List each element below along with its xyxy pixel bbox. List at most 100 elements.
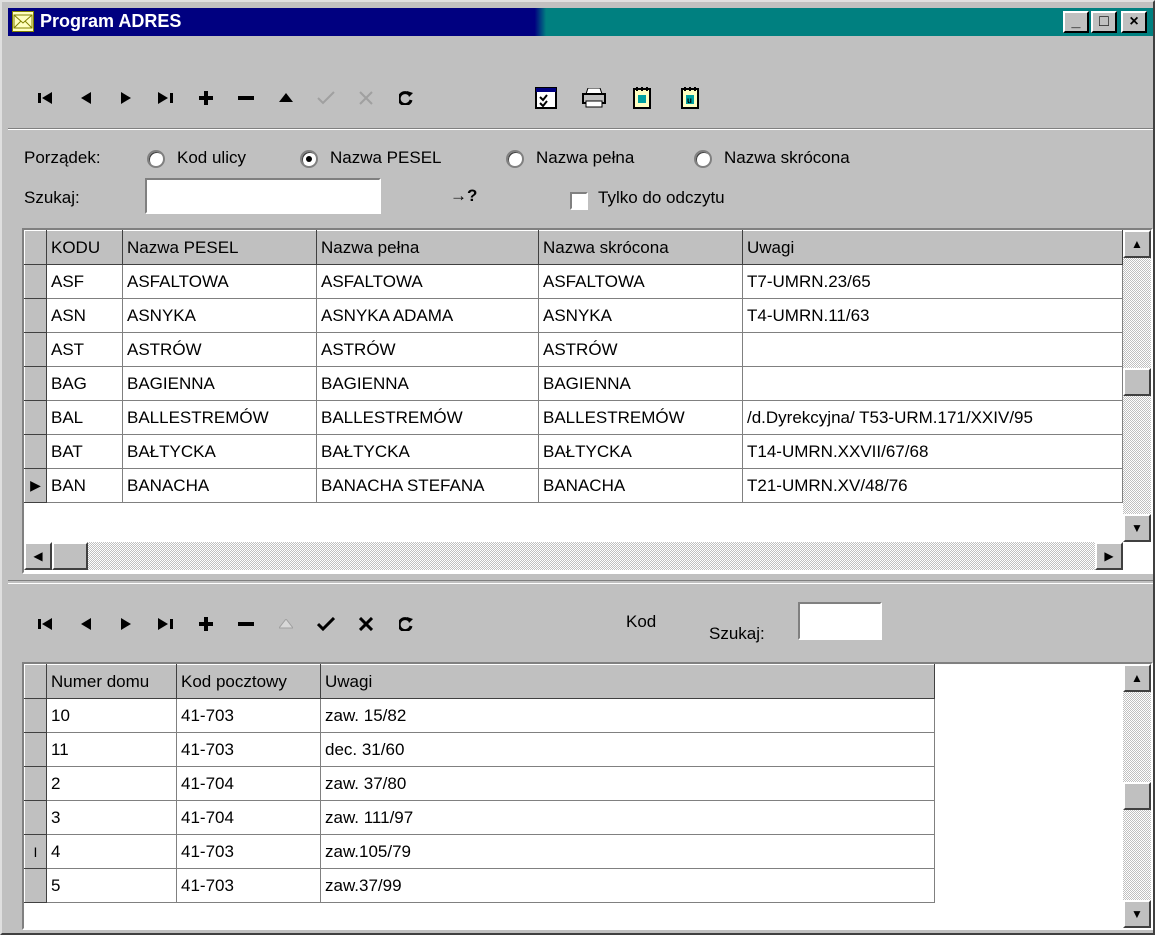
table-cell[interactable]: 41-703 bbox=[176, 868, 321, 903]
table-cell[interactable]: ASTRÓW bbox=[316, 332, 539, 367]
table-cell[interactable]: BAŁTYCKA bbox=[122, 434, 317, 469]
table-cell[interactable]: 2 bbox=[46, 766, 177, 801]
order-option-nazwa-pesel[interactable]: Nazwa PESEL bbox=[330, 148, 442, 168]
row-indicator[interactable] bbox=[24, 400, 47, 435]
row-indicator[interactable] bbox=[24, 298, 47, 333]
table-cell[interactable] bbox=[742, 366, 1123, 401]
table-cell[interactable]: T14-UMRN.XXVII/67/68 bbox=[742, 434, 1123, 469]
readonly-checkbox[interactable] bbox=[570, 192, 588, 210]
table-cell[interactable]: BAŁTYCKA bbox=[316, 434, 539, 469]
cancel-edit-icon[interactable] bbox=[346, 80, 386, 116]
column-header[interactable]: Nazwa skrócona bbox=[538, 230, 743, 265]
table-row[interactable]: BAT BAŁTYCKA BAŁTYCKA BAŁTYCKA T14-UMRN.XXVI… bbox=[24, 434, 1123, 469]
table-row[interactable]: 3 41-704 zaw. 111/97 bbox=[24, 800, 935, 835]
table-row[interactable]: ASN ASNYKA ASNYKA ADAMA ASNYKA T4-UMRN.11/63 bbox=[24, 298, 1123, 333]
order-radio-kod-ulicy[interactable] bbox=[147, 150, 165, 168]
refresh-icon[interactable] bbox=[386, 606, 426, 642]
table-cell[interactable]: BALLESTREMÓW bbox=[316, 400, 539, 435]
scroll-thumb[interactable] bbox=[1123, 368, 1151, 396]
edit-record-icon[interactable] bbox=[266, 80, 306, 116]
table-cell[interactable]: 41-703 bbox=[176, 834, 321, 869]
row-indicator[interactable] bbox=[24, 868, 47, 903]
table-cell[interactable]: ASNYKA bbox=[538, 298, 743, 333]
column-header[interactable]: Uwagi bbox=[742, 230, 1123, 265]
table-cell[interactable]: BAN bbox=[46, 468, 123, 503]
table-cell[interactable]: T7-UMRN.23/65 bbox=[742, 264, 1123, 299]
table-cell[interactable]: BALLESTREMÓW bbox=[122, 400, 317, 435]
refresh-icon[interactable] bbox=[386, 80, 426, 116]
table-row[interactable]: ▶ BAN BANACHA BANACHA STEFANA BANACHA T21-UMR… bbox=[24, 468, 1123, 503]
table-cell[interactable]: BAT bbox=[46, 434, 123, 469]
table-row[interactable]: I 4 41-703 zaw.105/79 bbox=[24, 834, 935, 869]
table-cell[interactable]: BANACHA bbox=[122, 468, 317, 503]
table-cell[interactable]: ASTRÓW bbox=[538, 332, 743, 367]
column-header[interactable]: Nazwa PESEL bbox=[122, 230, 317, 265]
first-record-icon[interactable] bbox=[26, 606, 66, 642]
order-option-nazwa-pelna[interactable]: Nazwa pełna bbox=[536, 148, 634, 168]
post-record-icon[interactable] bbox=[306, 606, 346, 642]
table-cell[interactable]: ASN bbox=[46, 298, 123, 333]
column-header[interactable]: KODU bbox=[46, 230, 123, 265]
cancel-edit-icon[interactable] bbox=[346, 606, 386, 642]
first-record-icon[interactable] bbox=[26, 80, 66, 116]
table-row[interactable]: 2 41-704 zaw. 37/80 bbox=[24, 766, 935, 801]
houses-grid[interactable]: Numer domu Kod pocztowy Uwagi 10 41-703 za… bbox=[22, 662, 1153, 930]
table-cell[interactable]: ASFALTOWA bbox=[122, 264, 317, 299]
table-cell[interactable]: 41-704 bbox=[176, 766, 321, 801]
table-cell[interactable]: ASF bbox=[46, 264, 123, 299]
table-cell[interactable]: BALLESTREMÓW bbox=[538, 400, 743, 435]
table-row[interactable]: ASF ASFALTOWA ASFALTOWA ASFALTOWA T7-UMRN.23… bbox=[24, 264, 1123, 299]
streets-vertical-scrollbar[interactable]: ▲ ▼ bbox=[1123, 230, 1151, 542]
column-header[interactable]: Nazwa pełna bbox=[316, 230, 539, 265]
table-row[interactable]: 10 41-703 zaw. 15/82 bbox=[24, 698, 935, 733]
table-cell[interactable]: ASFALTOWA bbox=[316, 264, 539, 299]
house-search-input[interactable] bbox=[798, 602, 882, 640]
last-record-icon[interactable] bbox=[146, 606, 186, 642]
maximize-button[interactable]: □ bbox=[1091, 11, 1117, 33]
table-cell[interactable]: zaw. 37/80 bbox=[320, 766, 935, 801]
table-cell[interactable]: 4 bbox=[46, 834, 177, 869]
table-cell[interactable]: zaw.37/99 bbox=[320, 868, 935, 903]
table-cell[interactable]: zaw.105/79 bbox=[320, 834, 935, 869]
row-indicator[interactable]: I bbox=[24, 834, 47, 869]
table-cell[interactable]: /d.Dyrekcyjna/ T53-URM.171/XXIV/95 bbox=[742, 400, 1123, 435]
table-cell[interactable]: ASNYKA ADAMA bbox=[316, 298, 539, 333]
table-cell[interactable]: T4-UMRN.11/63 bbox=[742, 298, 1123, 333]
next-record-icon[interactable] bbox=[106, 606, 146, 642]
delete-record-icon[interactable] bbox=[226, 606, 266, 642]
row-indicator[interactable]: ▶ bbox=[24, 468, 47, 503]
minimize-button[interactable]: _ bbox=[1063, 11, 1089, 33]
scroll-left-icon[interactable]: ◀ bbox=[24, 542, 52, 570]
table-cell[interactable]: 41-703 bbox=[176, 698, 321, 733]
column-header[interactable]: Uwagi bbox=[320, 664, 935, 699]
table-cell[interactable]: BAGIENNA bbox=[316, 366, 539, 401]
notepad-u-icon[interactable]: u bbox=[670, 80, 710, 116]
table-cell[interactable]: ASTRÓW bbox=[122, 332, 317, 367]
table-cell[interactable]: 41-703 bbox=[176, 732, 321, 767]
table-cell[interactable]: BAŁTYCKA bbox=[538, 434, 743, 469]
table-cell[interactable]: 11 bbox=[46, 732, 177, 767]
table-cell[interactable]: zaw. 15/82 bbox=[320, 698, 935, 733]
scroll-down-icon[interactable]: ▼ bbox=[1123, 900, 1151, 928]
order-option-nazwa-skrocona[interactable]: Nazwa skrócona bbox=[724, 148, 850, 168]
edit-record-icon[interactable] bbox=[266, 606, 306, 642]
table-cell[interactable]: AST bbox=[46, 332, 123, 367]
table-cell[interactable]: dec. 31/60 bbox=[320, 732, 935, 767]
prior-record-icon[interactable] bbox=[66, 606, 106, 642]
print-icon[interactable] bbox=[574, 80, 614, 116]
scroll-up-icon[interactable]: ▲ bbox=[1123, 230, 1151, 258]
table-row[interactable]: BAG BAGIENNA BAGIENNA BAGIENNA bbox=[24, 366, 1123, 401]
column-header[interactable]: Kod pocztowy bbox=[176, 664, 321, 699]
row-indicator[interactable] bbox=[24, 434, 47, 469]
delete-record-icon[interactable] bbox=[226, 80, 266, 116]
table-cell[interactable]: BANACHA bbox=[538, 468, 743, 503]
next-record-icon[interactable] bbox=[106, 80, 146, 116]
table-cell[interactable]: BANACHA STEFANA bbox=[316, 468, 539, 503]
title-bar[interactable]: Program ADRES _ □ × bbox=[8, 8, 1153, 36]
column-header[interactable]: Numer domu bbox=[46, 664, 177, 699]
table-cell[interactable]: ASNYKA bbox=[122, 298, 317, 333]
scroll-down-icon[interactable]: ▼ bbox=[1123, 514, 1151, 542]
close-button[interactable]: × bbox=[1121, 11, 1147, 33]
notepad-icon[interactable] bbox=[622, 80, 662, 116]
table-cell[interactable]: BAL bbox=[46, 400, 123, 435]
